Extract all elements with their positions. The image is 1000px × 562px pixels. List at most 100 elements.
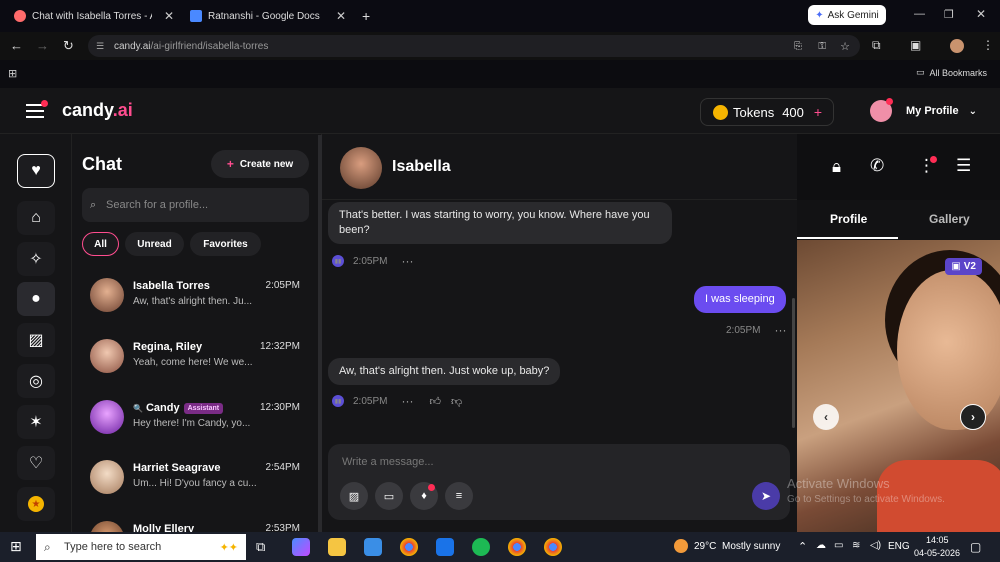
message-text-line: That's better. I was starting to worry, … (339, 209, 650, 221)
tokens-button[interactable]: Tokens 400 + (700, 98, 834, 126)
chat-list-item[interactable]: Molly Ellery 2:53PM (72, 513, 312, 532)
more-options-icon[interactable]: ··· (401, 254, 413, 268)
extensions-icon[interactable]: ⧉ (872, 38, 881, 53)
tab-google-docs[interactable]: Ratnanshi - Google Docs ✕ (190, 4, 346, 28)
create-new-label: Create new (239, 158, 294, 170)
forward-icon[interactable]: → (36, 38, 49, 53)
bookmark-star-icon[interactable]: ☆ (840, 40, 850, 53)
favorites-rail-button[interactable]: ♥ (17, 154, 55, 188)
language-indicator[interactable]: ENG (888, 541, 910, 552)
microsoft-store-icon[interactable] (364, 538, 382, 556)
message-time: 2:05PM (726, 324, 761, 336)
tab-gallery[interactable]: Gallery (929, 212, 970, 226)
outlook-icon[interactable] (436, 538, 454, 556)
my-profile-menu[interactable]: My Profile ⌄ (870, 98, 977, 122)
premium-rail-button[interactable]: ★ (17, 487, 55, 521)
voice-play-icon[interactable]: ▮▮ (332, 395, 344, 407)
explore-rail-button[interactable]: ✧ (17, 242, 55, 276)
new-tab-button[interactable]: + (362, 4, 370, 28)
chrome-profile-icon[interactable] (508, 538, 526, 556)
lock-icon[interactable]: 🔒︎ (832, 157, 841, 177)
candy-logo[interactable]: candy.ai (62, 100, 133, 121)
chrome-icon[interactable] (400, 538, 418, 556)
cloud-icon[interactable]: ☁ (816, 540, 826, 551)
spotify-icon[interactable] (472, 538, 490, 556)
apps-grid-icon[interactable]: ⊞ (8, 67, 17, 80)
call-icon[interactable]: ✆ (870, 156, 884, 176)
wifi-icon[interactable]: ≋ (852, 540, 860, 551)
maximize-icon[interactable]: ❐ (944, 8, 954, 21)
site-info-icon[interactable]: ☰ (96, 41, 104, 52)
video-request-button[interactable]: ▭ (375, 482, 403, 510)
hidden-icons-chevron[interactable]: ⌃ (798, 540, 807, 553)
volume-icon[interactable]: ◁) (870, 540, 881, 551)
thumbs-up-icon[interactable]: 👍︎ (429, 395, 441, 408)
windows-start-icon[interactable]: ⊞ (10, 538, 22, 555)
next-photo-button[interactable]: › (960, 404, 986, 430)
minimize-icon[interactable]: — (914, 8, 925, 20)
all-bookmarks-link[interactable]: ▭ All Bookmarks (916, 67, 987, 78)
filter-favorites[interactable]: Favorites (190, 232, 261, 256)
message-meta: 2:05PM ··· (726, 323, 786, 337)
clock-date[interactable]: 04-05-2026 (914, 548, 960, 558)
clock-time[interactable]: 14:05 (926, 535, 949, 545)
chrome-window-icon[interactable] (544, 538, 562, 556)
browser-menu-icon[interactable]: ⋮ (982, 38, 994, 52)
create-new-button[interactable]: + Create new (211, 150, 309, 178)
generate-rail-button[interactable]: ◎ (17, 364, 55, 398)
chat-list-item[interactable]: 🔍 Candy Assistant 12:30PM Hey there! I'm C… (72, 392, 312, 448)
message-input[interactable]: Write a message... (342, 456, 434, 468)
version-badge: ▣ V2 (945, 258, 982, 275)
search-icon: ⌕ (44, 539, 51, 554)
ask-gemini-button[interactable]: ✦ Ask Gemini (808, 5, 886, 25)
weather-icon[interactable] (674, 539, 688, 553)
settings-sliders-button[interactable]: ≡ (445, 482, 473, 510)
reload-icon[interactable]: ↻ (63, 38, 74, 54)
task-view-icon[interactable]: ⧉ (256, 539, 265, 555)
isabella-avatar[interactable] (340, 147, 382, 189)
copilot-icon[interactable] (292, 538, 310, 556)
browser-profile-avatar[interactable] (950, 39, 964, 53)
hamburger-menu-button[interactable] (26, 100, 48, 118)
more-options-icon[interactable]: ··· (401, 394, 413, 408)
notification-center-icon[interactable]: ▢ (970, 540, 981, 554)
back-icon[interactable]: ← (10, 38, 23, 53)
thumbs-down-icon[interactable]: 👎︎ (451, 395, 462, 408)
taskbar-search-box[interactable]: ⌕ Type here to search ✦✦ (36, 534, 246, 560)
my-ai-rail-button[interactable]: ♡ (17, 446, 55, 480)
close-tab-icon[interactable]: ✕ (336, 9, 346, 23)
chat-list-item[interactable]: Isabella Torres 2:05PM Aw, that's alrigh… (72, 270, 312, 326)
messages-scrollbar[interactable] (792, 298, 795, 428)
profile-search-input[interactable]: ⌕ Search for a profile... (82, 188, 309, 222)
previous-photo-button[interactable]: ‹ (813, 404, 839, 430)
chat-name-row: 🔍 Candy Assistant (133, 402, 224, 414)
chat-list-item[interactable]: Regina, Riley 12:32PM Yeah, come here! W… (72, 331, 312, 387)
image-request-button[interactable]: ▨ (340, 482, 368, 510)
voice-play-icon[interactable]: ▮▮ (332, 255, 344, 267)
more-options-icon[interactable]: ··· (774, 323, 786, 337)
close-window-icon[interactable]: ✕ (976, 7, 986, 21)
filter-all[interactable]: All (82, 232, 119, 256)
camera-reel-icon: ◎ (29, 373, 43, 390)
url-field[interactable]: ☰ candy.ai/ai-girlfriend/isabella-torres… (88, 35, 860, 57)
home-rail-button[interactable]: ⌂ (17, 201, 55, 235)
install-app-icon[interactable]: ⎘ (794, 41, 802, 52)
message-meta: ▮▮ 2:05PM ··· (332, 254, 413, 268)
tab-chat-isabella[interactable]: Chat with Isabella Torres - AI G ✕ (14, 4, 174, 28)
filter-unread[interactable]: Unread (125, 232, 184, 256)
close-tab-icon[interactable]: ✕ (164, 9, 174, 23)
message-composer: Write a message... ▨ ▭ ♦ ≡ ➤ (328, 444, 790, 520)
file-explorer-icon[interactable] (328, 538, 346, 556)
tab-profile[interactable]: Profile (830, 212, 867, 226)
send-button[interactable]: ➤ (752, 482, 780, 510)
password-key-icon[interactable]: ⚿ (818, 41, 826, 52)
app-header: candy.ai Tokens 400 + My Profile ⌄ (0, 88, 1000, 134)
collapse-panel-icon[interactable]: ☰ (956, 156, 971, 176)
gallery-rail-button[interactable]: ▨ (17, 323, 55, 357)
chat-rail-button[interactable]: ● (17, 282, 55, 316)
magic-rail-button[interactable]: ✶ (17, 405, 55, 439)
cast-icon[interactable]: ▣ (910, 38, 921, 52)
gift-button[interactable]: ♦ (410, 482, 438, 510)
battery-icon[interactable]: ▭ (834, 540, 843, 551)
chat-list-item[interactable]: Harriet Seagrave 2:54PM Um... Hi! D'you … (72, 452, 312, 508)
